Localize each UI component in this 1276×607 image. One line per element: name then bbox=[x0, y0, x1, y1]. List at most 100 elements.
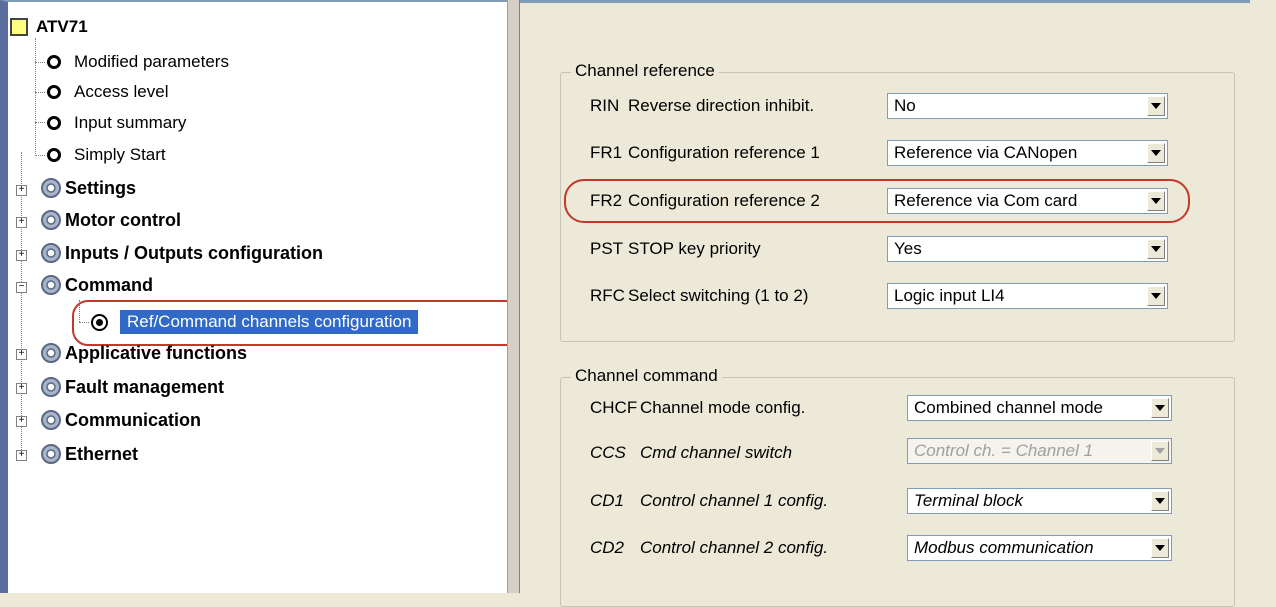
dropdown-value: Yes bbox=[894, 239, 922, 258]
param-code: CD2 bbox=[590, 538, 625, 557]
tree-item-simply-start[interactable]: Simply Start bbox=[47, 140, 166, 170]
pst-dropdown[interactable]: Yes bbox=[887, 236, 1168, 262]
tree-item-modified-parameters[interactable]: Modified parameters bbox=[47, 47, 229, 77]
param-cd2: CD2 Control channel 2 config. bbox=[590, 533, 828, 563]
tree-item-label: Simply Start bbox=[74, 145, 166, 164]
collapse-command-icon[interactable]: − bbox=[16, 282, 27, 293]
channel-reference-title: Channel reference bbox=[571, 61, 719, 81]
dropdown-value: Combined channel mode bbox=[914, 398, 1104, 417]
fr2-dropdown[interactable]: Reference via Com card bbox=[887, 188, 1168, 214]
param-code: CD1 bbox=[590, 491, 625, 510]
param-cd1: CD1 Control channel 1 config. bbox=[590, 486, 828, 516]
gear-icon bbox=[41, 210, 61, 230]
param-label: Reverse direction inhibit. bbox=[628, 96, 815, 115]
param-ccs: CCS Cmd channel switch bbox=[590, 438, 792, 468]
circle-icon bbox=[47, 148, 61, 162]
cd1-dropdown[interactable]: Terminal block bbox=[907, 488, 1172, 514]
param-chcf: CHCF Channel mode config. bbox=[590, 393, 805, 423]
chevron-down-icon[interactable] bbox=[1151, 491, 1169, 511]
tree-item-ref-command-channels[interactable]: Ref/Command channels configuration bbox=[91, 307, 419, 337]
tree-item-access-level[interactable]: Access level bbox=[47, 77, 168, 107]
dropdown-value: Reference via Com card bbox=[894, 191, 1078, 210]
tree-category-settings[interactable]: Settings bbox=[40, 173, 136, 203]
chevron-down-icon[interactable] bbox=[1147, 143, 1165, 163]
tree-category-command[interactable]: Command bbox=[40, 270, 153, 300]
expand-fault-management-icon[interactable]: + bbox=[16, 383, 27, 394]
tree-item-label: Access level bbox=[74, 82, 169, 101]
gear-icon bbox=[41, 410, 61, 430]
param-fr2: FR2 Configuration reference 2 bbox=[590, 186, 820, 216]
tree-category-label: Communication bbox=[65, 409, 202, 430]
parameter-tree-pane: ATV71 Modified parameters Access level I… bbox=[0, 0, 507, 593]
chcf-dropdown[interactable]: Combined channel mode bbox=[907, 395, 1172, 421]
circle-icon bbox=[47, 85, 61, 99]
tree-category-motor-control[interactable]: Motor control bbox=[40, 205, 181, 235]
tree-category-label: Ethernet bbox=[65, 443, 139, 464]
channel-command-title: Channel command bbox=[571, 366, 722, 386]
param-label: Control channel 2 config. bbox=[640, 538, 829, 557]
expand-motor-control-icon[interactable]: + bbox=[16, 217, 27, 228]
tree-category-communication[interactable]: Communication bbox=[40, 405, 201, 435]
gear-icon bbox=[41, 377, 61, 397]
chevron-down-icon[interactable] bbox=[1147, 191, 1165, 211]
param-label: Select switching (1 to 2) bbox=[628, 286, 809, 305]
param-fr1: FR1 Configuration reference 1 bbox=[590, 138, 820, 168]
chevron-down-icon bbox=[1151, 441, 1169, 461]
expand-communication-icon[interactable]: + bbox=[16, 416, 27, 427]
gear-icon bbox=[41, 178, 61, 198]
tree-item-label: Modified parameters bbox=[74, 52, 229, 71]
tree-category-fault-management[interactable]: Fault management bbox=[40, 372, 224, 402]
rfc-dropdown[interactable]: Logic input LI4 bbox=[887, 283, 1168, 309]
circle-icon bbox=[47, 116, 61, 130]
param-code: CHCF bbox=[590, 398, 638, 417]
param-label: Cmd channel switch bbox=[640, 443, 793, 462]
dropdown-value: Control ch. = Channel 1 bbox=[914, 441, 1094, 460]
dropdown-value: Logic input LI4 bbox=[894, 286, 1005, 305]
tree-item-input-summary[interactable]: Input summary bbox=[47, 108, 186, 138]
expand-io-configuration-icon[interactable]: + bbox=[16, 250, 27, 261]
gear-icon bbox=[41, 243, 61, 263]
tree-category-label: Fault management bbox=[65, 376, 225, 397]
dropdown-value: Modbus communication bbox=[914, 538, 1094, 557]
gear-icon bbox=[41, 275, 61, 295]
param-rfc: RFC Select switching (1 to 2) bbox=[590, 281, 808, 311]
dropdown-value: No bbox=[894, 96, 916, 115]
cd2-dropdown[interactable]: Modbus communication bbox=[907, 535, 1172, 561]
param-label: Control channel 1 config. bbox=[640, 491, 829, 510]
param-code: RFC bbox=[590, 286, 625, 305]
selected-circle-icon bbox=[91, 313, 108, 331]
param-code: RIN bbox=[590, 96, 620, 115]
dropdown-value: Terminal block bbox=[914, 491, 1023, 510]
gear-icon bbox=[41, 343, 61, 363]
chevron-down-icon[interactable] bbox=[1147, 286, 1165, 306]
param-label: Configuration reference 2 bbox=[628, 191, 820, 210]
parameter-tree: ATV71 Modified parameters Access level I… bbox=[8, 2, 507, 593]
rin-dropdown[interactable]: No bbox=[887, 93, 1168, 119]
param-code: PST bbox=[590, 239, 624, 258]
tree-category-label: Settings bbox=[65, 177, 137, 198]
expand-ethernet-icon[interactable]: + bbox=[16, 450, 27, 461]
param-label: Configuration reference 1 bbox=[628, 143, 820, 162]
param-label: STOP key priority bbox=[628, 239, 761, 258]
tree-root[interactable]: ATV71 bbox=[10, 12, 88, 42]
expand-settings-icon[interactable]: + bbox=[16, 185, 27, 196]
chevron-down-icon[interactable] bbox=[1147, 96, 1165, 116]
pane-splitter[interactable] bbox=[507, 0, 520, 593]
gear-icon bbox=[41, 444, 61, 464]
chevron-down-icon[interactable] bbox=[1151, 538, 1169, 558]
tree-category-label: Motor control bbox=[65, 209, 181, 230]
fr1-dropdown[interactable]: Reference via CANopen bbox=[887, 140, 1168, 166]
tree-item-label: Ref/Command channels configuration bbox=[120, 310, 419, 334]
tree-category-label: Applicative functions bbox=[65, 342, 248, 363]
parameter-form-pane: Channel reference RIN Reverse direction … bbox=[520, 0, 1276, 607]
chevron-down-icon[interactable] bbox=[1147, 239, 1165, 259]
chevron-down-icon[interactable] bbox=[1151, 398, 1169, 418]
tree-category-ethernet[interactable]: Ethernet bbox=[40, 439, 138, 469]
ccs-dropdown: Control ch. = Channel 1 bbox=[907, 438, 1172, 464]
tree-category-label: Command bbox=[65, 274, 154, 295]
dropdown-value: Reference via CANopen bbox=[894, 143, 1078, 162]
expand-applicative-functions-icon[interactable]: + bbox=[16, 349, 27, 360]
tree-item-label: Input summary bbox=[74, 113, 187, 132]
tree-category-io-configuration[interactable]: Inputs / Outputs configuration bbox=[40, 238, 323, 268]
tree-category-applicative-functions[interactable]: Applicative functions bbox=[40, 338, 247, 368]
